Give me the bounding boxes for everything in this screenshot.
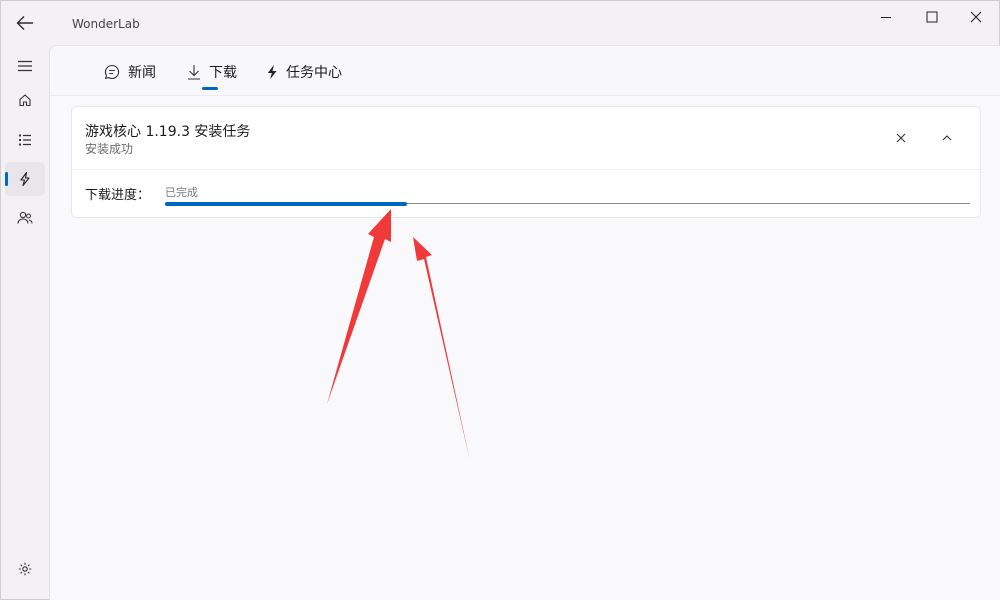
hamburger-icon [18,60,32,72]
tab-task-center-label: 任务中心 [286,65,342,81]
nav-item-users[interactable] [5,201,45,235]
download-progress-label: 下载进度： [85,188,151,203]
remove-task-button[interactable] [886,123,916,153]
task-title: 游戏核心 1.19.3 安装任务 [85,124,251,140]
app-window: WonderLab 新闻 下载 任务中心 游戏核心 1.19.3 安装任务 安装… [0,0,1000,600]
list-icon [19,134,31,146]
content-pane: 新闻 下载 任务中心 游戏核心 1.19.3 安装任务 安装成功 下载进度： 已… [49,45,1000,600]
back-arrow-icon [16,16,33,30]
tab-task-center[interactable]: 任务中心 [266,59,342,85]
tab-download-label: 下载 [209,65,237,81]
nav-item-home[interactable] [5,83,45,117]
task-card-header[interactable]: 游戏核心 1.19.3 安装任务 安装成功 [72,107,980,170]
tab-bar: 新闻 下载 任务中心 [50,46,1000,96]
task-status: 安装成功 [85,142,134,156]
back-button[interactable] [9,7,41,39]
chevron-up-icon [942,135,952,141]
download-progress-bar [165,202,970,206]
nav-item-list[interactable] [5,123,45,157]
close-window-button[interactable] [953,1,999,33]
selected-tab-indicator [202,87,218,90]
download-icon [188,65,200,80]
lightning-icon [267,64,277,80]
maximize-icon [926,11,938,23]
tab-news[interactable]: 新闻 [104,59,156,85]
chat-icon [104,64,120,80]
home-icon [19,94,31,107]
nav-menu-button[interactable] [5,49,45,83]
gear-icon [18,562,32,576]
nav-item-settings[interactable] [5,552,45,586]
nav-item-tasks[interactable] [5,162,45,196]
download-progress-state: 已完成 [165,186,198,199]
lightning-icon [20,172,30,186]
app-title: WonderLab [72,17,140,31]
title-bar: WonderLab [1,1,1000,45]
minimize-button[interactable] [863,1,909,33]
tab-news-label: 新闻 [128,65,156,81]
download-progress-fill [165,202,407,206]
users-icon [17,211,33,224]
maximize-button[interactable] [909,1,955,33]
collapse-task-button[interactable] [932,123,962,153]
close-icon [970,11,982,23]
install-task-card: 游戏核心 1.19.3 安装任务 安装成功 下载进度： 已完成 [71,106,981,218]
side-navigation [1,45,49,600]
minimize-icon [881,17,891,18]
tab-download[interactable]: 下载 [187,59,237,85]
close-icon [896,133,906,143]
